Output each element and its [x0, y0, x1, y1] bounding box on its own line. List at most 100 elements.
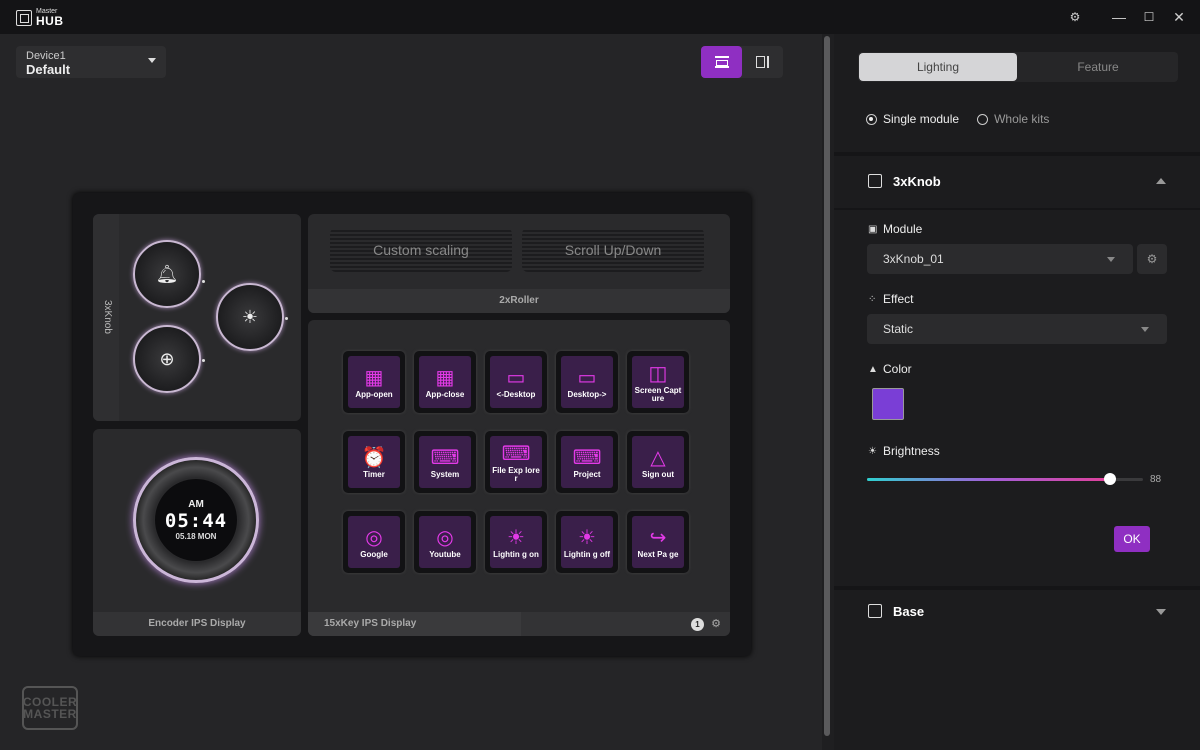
chevron-down-icon [1141, 327, 1149, 332]
device-dropdown[interactable]: Device1 Default [16, 46, 166, 78]
keys-module: ↪ Next Pa ge ☀ Lightin g off ☀ Lightin g on ◎ Y… [308, 320, 730, 636]
effect-label: ⁘ Effect [868, 292, 914, 306]
key-icon: ◎ [365, 526, 383, 549]
knob-2[interactable]: ☀ [216, 283, 284, 351]
view-toggle [701, 46, 783, 78]
roller-module-label: 2xRoller [308, 289, 730, 313]
key-icon: ▭ [506, 366, 526, 389]
key-face: ⌨ File Exp lorer [490, 436, 542, 488]
chevron-down-icon[interactable] [1156, 609, 1166, 615]
section-title-base: Base [893, 604, 925, 619]
module-settings-button[interactable]: ⚙ [1137, 244, 1167, 274]
module-dropdown[interactable]: 3xKnob_01 [867, 244, 1133, 274]
section-header-base[interactable]: Base [834, 590, 1200, 642]
key-button[interactable]: ⌨ Project [556, 431, 618, 493]
section-title: 3xKnob [893, 174, 941, 189]
close-button[interactable]: ✕ [1168, 6, 1190, 28]
encoder-dial[interactable]: AM 05:44 05.18 MON [133, 457, 259, 583]
key-label: App-open [355, 389, 393, 399]
chevron-down-icon [1107, 257, 1115, 262]
key-button[interactable]: ⏰ Timer [343, 431, 405, 493]
key-label: Desktop-> [567, 389, 607, 399]
key-icon: ☀ [507, 526, 525, 549]
brightness-slider-handle[interactable] [1103, 473, 1116, 485]
key-icon: ◫ [648, 362, 668, 385]
device-frame: 3xKnob 🔔︎ ☀ ⊕ Custom scaling Scroll Up/D… [73, 193, 751, 656]
key-face: ☀ Lightin g on [490, 516, 542, 568]
radio-empty-icon [977, 113, 989, 125]
section-header-3xknob[interactable]: 3xKnob [834, 156, 1200, 208]
key-button[interactable]: ◎ Google [343, 511, 405, 573]
brightness-label: ☀ Brightness [868, 444, 940, 458]
key-face: ▦ App-close [419, 356, 471, 408]
key-label: File Exp lorer [492, 465, 540, 483]
key-icon: ▭ [577, 366, 597, 389]
device-name: Device1 [26, 50, 66, 62]
page-number-badge[interactable]: 1 [691, 618, 704, 631]
knob-3[interactable]: ⊕ [133, 325, 201, 393]
key-label: Timer [363, 469, 385, 479]
brightness-icon: ☀ [868, 445, 877, 457]
key-button[interactable]: ⌨ File Exp lorer [485, 431, 547, 493]
key-label: App-close [425, 389, 465, 399]
key-button[interactable]: △ Sign out [627, 431, 689, 493]
key-face: ◎ Google [348, 516, 400, 568]
key-button[interactable]: ▦ App-close [414, 351, 476, 413]
key-button[interactable]: ☀ Lightin g on [485, 511, 547, 573]
knob-module[interactable]: 3xKnob 🔔︎ ☀ ⊕ [93, 214, 301, 421]
effect-dropdown[interactable]: Static [867, 314, 1167, 344]
key-button[interactable]: ⌨ System [414, 431, 476, 493]
key-button[interactable]: ◫ Screen Capture [627, 351, 689, 413]
logo-icon [16, 9, 32, 26]
chevron-up-icon[interactable] [1156, 178, 1166, 184]
tab-lighting[interactable]: Lighting [859, 53, 1017, 81]
key-face: ▭ <-Desktop [490, 356, 542, 408]
clock-time: 05:44 [164, 510, 228, 532]
brightness-slider[interactable] [867, 473, 1143, 485]
keys-module-label: 15xKey IPS Display [308, 612, 521, 636]
minimize-button[interactable]: — [1108, 6, 1130, 28]
module-icon: ▣ [868, 223, 878, 235]
key-label: Sign out [642, 469, 674, 479]
brightness-slider-fill [867, 478, 1110, 481]
key-icon: ▦ [435, 366, 455, 389]
key-face: ↪ Next Pa ge [632, 516, 684, 568]
key-face: ▦ App-open [348, 356, 400, 408]
base-module-icon [868, 604, 882, 618]
key-button[interactable]: ☀ Lightin g off [556, 511, 618, 573]
key-face: ⌨ System [419, 436, 471, 488]
roller-right[interactable]: Scroll Up/Down [522, 228, 704, 272]
chevron-down-icon [148, 58, 156, 63]
key-icon: ☀ [578, 526, 596, 549]
maximize-button[interactable]: ☐ [1138, 6, 1160, 28]
color-swatch[interactable] [872, 388, 904, 420]
color-label: ▲ Color [868, 362, 912, 376]
key-face: ⏰ Timer [348, 436, 400, 488]
clock-date: 05.18 MON [175, 532, 217, 541]
radio-single-module[interactable]: Single module [866, 112, 959, 126]
key-button[interactable]: ◎ Youtube [414, 511, 476, 573]
horizontal-layout-icon [714, 56, 729, 68]
vertical-layout-icon [755, 56, 770, 68]
key-button[interactable]: ↪ Next Pa ge [627, 511, 689, 573]
encoder-module[interactable]: AM 05:44 05.18 MON Encoder IPS Display [93, 429, 301, 636]
tab-feature[interactable]: Feature [1019, 53, 1177, 81]
key-label: Next Pa ge [637, 549, 679, 559]
gear-icon[interactable]: ⚙ [711, 617, 721, 630]
scrollbar-thumb[interactable] [824, 36, 830, 736]
encoder-display: AM 05:44 05.18 MON [155, 479, 237, 561]
key-button[interactable]: ▭ <-Desktop [485, 351, 547, 413]
key-face: ☀ Lightin g off [561, 516, 613, 568]
key-label: <-Desktop [496, 389, 536, 399]
roller-left[interactable]: Custom scaling [330, 228, 512, 272]
ok-button[interactable]: OK [1114, 526, 1150, 552]
key-button[interactable]: ▦ App-open [343, 351, 405, 413]
horizontal-view-button[interactable] [701, 46, 742, 78]
settings-gear-icon[interactable]: ⚙ [1064, 6, 1086, 28]
knob-1[interactable]: 🔔︎ [133, 240, 201, 308]
vertical-view-button[interactable] [742, 46, 783, 78]
radio-whole-kits[interactable]: Whole kits [977, 112, 1049, 126]
roller-module[interactable]: Custom scaling Scroll Up/Down 2xRoller [308, 214, 730, 313]
key-button[interactable]: ▭ Desktop-> [556, 351, 618, 413]
key-icon: ▦ [364, 366, 384, 389]
